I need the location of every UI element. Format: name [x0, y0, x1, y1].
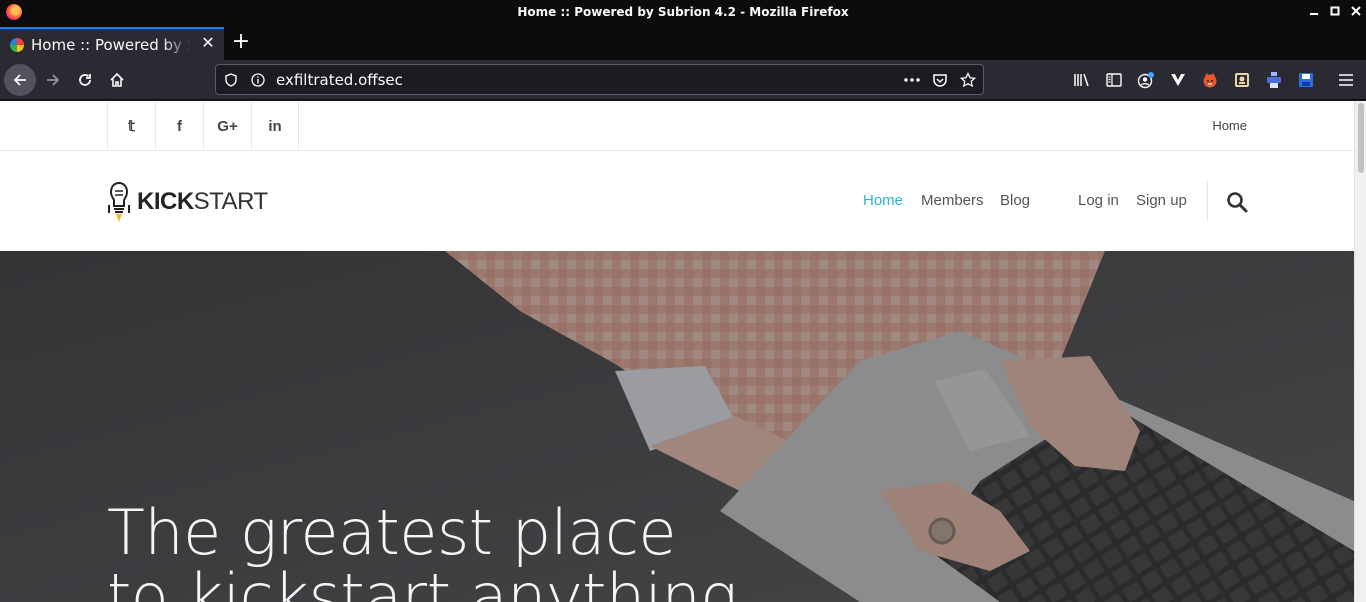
minimize-icon[interactable]	[1305, 3, 1323, 21]
scrollbar-thumb[interactable]	[1358, 103, 1364, 173]
site-favicon-icon	[10, 38, 24, 52]
search-icon[interactable]	[1226, 191, 1248, 213]
site-logo[interactable]: KICKSTART	[107, 181, 268, 223]
window-titlebar: Home :: Powered by Subrion 4.2 - Mozilla…	[0, 0, 1366, 24]
tab-title: Home :: Powered by Subrion 4.2	[31, 36, 191, 54]
hero-banner: The greatest place to kickstart anything	[0, 251, 1354, 602]
wappalyzer-extension-icon[interactable]	[1264, 70, 1284, 90]
maximize-icon[interactable]	[1326, 3, 1344, 21]
site-topbar: 𝕥 f G+ in Home	[0, 101, 1354, 151]
account-icon[interactable]	[1136, 70, 1156, 90]
home-button[interactable]	[101, 64, 133, 96]
nav-blog[interactable]: Blog	[1000, 192, 1030, 209]
site-header: KICKSTART Home Members Blog Log in Sign …	[0, 151, 1354, 251]
home-icon	[110, 72, 124, 87]
close-window-icon[interactable]	[1347, 3, 1365, 21]
nav-toolbar: exfiltrated.offsec	[0, 60, 1366, 100]
tab-strip: Home :: Powered by Subrion 4.2 ✕ +	[0, 24, 1366, 60]
hamburger-menu-icon[interactable]	[1336, 70, 1356, 90]
tab-close-icon[interactable]: ✕	[200, 35, 216, 51]
url-bar[interactable]: exfiltrated.offsec	[215, 64, 984, 95]
hero-headline-line-1: The greatest place	[107, 496, 677, 569]
foxyproxy-extension-icon[interactable]	[1200, 70, 1220, 90]
window-title: Home :: Powered by Subrion 4.2 - Mozilla…	[517, 5, 849, 19]
site-info-icon[interactable]	[249, 71, 267, 89]
nav-home[interactable]: Home	[863, 192, 903, 209]
page-viewport: 𝕥 f G+ in Home KICKSTART Home Members Bl…	[0, 101, 1366, 602]
topbar-home-link[interactable]: Home	[1212, 118, 1247, 133]
reload-icon	[79, 74, 91, 86]
logo-text-light: START	[193, 188, 268, 215]
nav-members[interactable]: Members	[921, 192, 984, 209]
pocket-icon[interactable]	[931, 71, 949, 89]
save-extension-icon[interactable]	[1296, 70, 1316, 90]
logo-text-bold: KICK	[137, 188, 194, 215]
hero-headline: The greatest place to kickstart anything	[107, 496, 738, 602]
page-actions-ellipsis-icon[interactable]	[903, 71, 921, 89]
arrow-right-icon	[47, 74, 60, 86]
arrow-left-icon	[13, 74, 26, 86]
hero-headline-line-2: to kickstart anything	[107, 560, 738, 602]
forward-button[interactable]	[37, 64, 69, 96]
nav-signup[interactable]: Sign up	[1136, 192, 1187, 209]
nav-divider	[1207, 181, 1208, 221]
new-tab-plus-icon[interactable]: +	[228, 30, 254, 56]
google-plus-icon[interactable]: G+	[203, 101, 251, 151]
linkedin-icon[interactable]: in	[251, 101, 299, 151]
tracking-shield-icon[interactable]	[222, 71, 240, 89]
rocket-bulb-logo-icon	[108, 181, 130, 222]
library-icon[interactable]	[1072, 70, 1092, 90]
social-links: 𝕥 f G+ in	[107, 101, 299, 151]
url-text: exfiltrated.offsec	[276, 71, 403, 89]
back-button[interactable]	[4, 64, 36, 96]
nav-login[interactable]: Log in	[1078, 192, 1119, 209]
bookmark-star-icon[interactable]	[959, 71, 977, 89]
tab-active[interactable]: Home :: Powered by Subrion 4.2 ✕	[0, 27, 224, 60]
sidebar-toggle-icon[interactable]	[1104, 70, 1124, 90]
logo-text: KICKSTART	[137, 188, 268, 216]
page-scrollbar[interactable]	[1354, 101, 1366, 602]
cookie-editor-extension-icon[interactable]	[1232, 70, 1252, 90]
twitter-icon[interactable]: 𝕥	[107, 101, 155, 151]
reload-button[interactable]	[69, 64, 101, 96]
facebook-icon[interactable]: f	[155, 101, 203, 151]
vpn-extension-icon[interactable]	[1168, 70, 1188, 90]
